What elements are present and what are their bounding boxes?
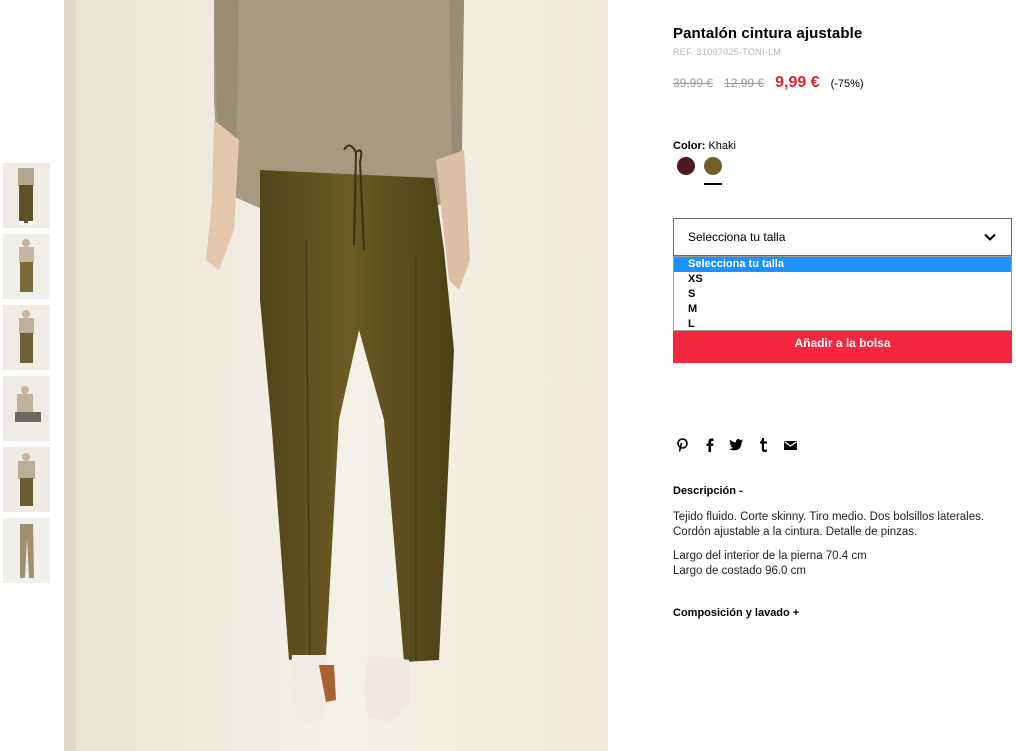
twitter-icon[interactable] — [729, 438, 743, 452]
description-line-3: Largo del interior de la pierna 70.4 cm — [673, 550, 867, 562]
thumbnail-6[interactable] — [3, 518, 50, 583]
color-swatch-burgundy[interactable] — [677, 157, 695, 175]
product-reference: REF. 31097025-TONI-LM — [673, 47, 782, 57]
thumbnail-5[interactable] — [3, 447, 50, 512]
pinterest-icon[interactable] — [675, 438, 689, 452]
thumbnail-4[interactable] — [3, 376, 50, 441]
tumblr-icon[interactable] — [756, 438, 770, 452]
current-price: 9,99 € — [775, 74, 820, 91]
email-icon[interactable] — [783, 438, 797, 452]
description-line-1: Tejido fluido. Corte skinny. Tiro medio.… — [673, 511, 985, 523]
share-icons — [675, 438, 810, 452]
product-title: Pantalón cintura ajustable — [673, 25, 863, 42]
chevron-down-icon — [984, 233, 996, 241]
description-line-2: Cordón ajustable a la cintura. Detalle d… — [673, 526, 918, 538]
color-selector-label: Color: Khaki — [673, 140, 736, 152]
color-label: Color: — [673, 140, 706, 152]
original-price-1: 39,99 € — [673, 76, 714, 90]
color-value: Khaki — [708, 140, 736, 152]
description-line-4: Largo de costado 96.0 cm — [673, 565, 806, 577]
description-body: Tejido fluido. Corte skinny. Tiro medio.… — [673, 510, 1012, 588]
thumbnail-2[interactable] — [3, 234, 50, 299]
size-option-placeholder[interactable]: Selecciona tu talla — [674, 257, 1011, 272]
size-select-value: Selecciona tu talla — [688, 230, 786, 244]
size-option-xs[interactable]: XS — [674, 272, 1011, 287]
discount-badge: (-75%) — [830, 78, 864, 90]
size-option-l[interactable]: L — [674, 317, 1011, 332]
size-option-s[interactable]: S — [674, 287, 1011, 302]
color-swatches — [677, 157, 731, 185]
price-block: 39,99 € 12,99 € 9,99 € (-75%) — [673, 74, 864, 92]
composition-heading[interactable]: Composición y lavado + — [673, 607, 799, 619]
size-select[interactable]: Selecciona tu talla — [673, 218, 1012, 256]
original-price-2: 12,99 € — [724, 76, 765, 90]
thumbnail-strip — [3, 163, 50, 589]
product-page: Pantalón cintura ajustable REF. 31097025… — [0, 0, 1016, 751]
size-option-m[interactable]: M — [674, 302, 1011, 317]
product-main-image — [64, 0, 608, 751]
description-heading[interactable]: Descripción - — [673, 485, 743, 497]
color-swatch-khaki[interactable] — [704, 157, 722, 185]
size-dropdown-list: Selecciona tu talla XS S M L — [673, 256, 1012, 331]
facebook-icon[interactable] — [702, 438, 716, 452]
thumbnail-1[interactable] — [3, 163, 50, 228]
thumbnail-3[interactable] — [3, 305, 50, 370]
